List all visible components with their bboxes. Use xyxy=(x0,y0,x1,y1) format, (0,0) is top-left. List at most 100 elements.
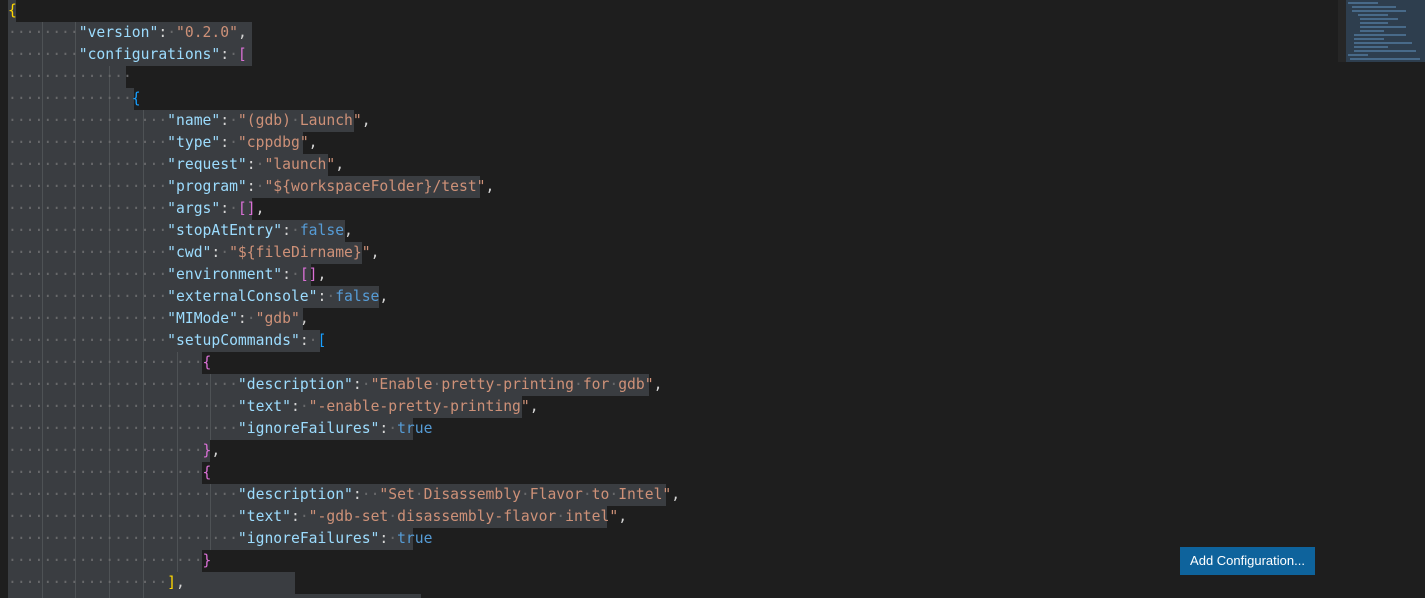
minimap-line xyxy=(1360,22,1388,24)
token-ws: · xyxy=(361,376,371,393)
token-ws: · xyxy=(520,486,530,503)
code-line[interactable]: ··················"args":·[], xyxy=(0,198,1330,220)
token-key: "version" xyxy=(78,24,159,41)
minimap-line xyxy=(1358,14,1388,16)
token-str: "Set xyxy=(379,486,415,503)
minimap-slider[interactable] xyxy=(1338,0,1425,62)
code-line[interactable]: ······················{ xyxy=(0,352,1330,374)
token-key: "type" xyxy=(167,134,221,151)
token-punc: : xyxy=(352,376,362,393)
token-ws: · xyxy=(229,134,238,151)
code-line[interactable]: ·············· xyxy=(0,66,1330,88)
code-line[interactable]: ··························"description":… xyxy=(0,484,1330,506)
code-line[interactable]: ········"version":·"0.2.0", xyxy=(0,22,1330,44)
token-key: "stopAtEntry" xyxy=(167,222,283,239)
code-line[interactable]: ······················} xyxy=(0,550,1330,572)
code-line[interactable]: ··························"text":·"-enab… xyxy=(0,396,1330,418)
code-line[interactable]: ······················{ xyxy=(0,462,1330,484)
code-line[interactable]: ··················"program":·"${workspac… xyxy=(0,176,1330,198)
token-kw: false xyxy=(299,222,345,239)
code-line-text: ·············· xyxy=(8,68,132,85)
code-line-text: ··················"args":·[], xyxy=(8,200,264,217)
token-punc: , xyxy=(335,156,345,173)
token-punc: , xyxy=(317,266,327,283)
token-key: "MIMode" xyxy=(167,310,238,327)
code-line-text: ··················"cwd":·"${fileDirname}… xyxy=(8,244,379,261)
token-key: "name" xyxy=(167,112,221,129)
token-ws: · xyxy=(290,266,300,283)
minimap-line xyxy=(1360,26,1406,28)
code-line[interactable]: ······················}, xyxy=(0,440,1330,462)
token-ws: ·················· xyxy=(8,112,168,129)
code-line[interactable]: ··················"MIMode":·"gdb", xyxy=(0,308,1330,330)
token-ws: · xyxy=(229,200,238,217)
code-line[interactable]: ··························"text":·"-gdb-… xyxy=(0,506,1330,528)
code-line[interactable]: { xyxy=(0,0,1330,22)
add-configuration-button[interactable]: Add Configuration... xyxy=(1180,547,1315,575)
code-line[interactable]: ··························"description":… xyxy=(0,374,1330,396)
token-br-y: ] xyxy=(167,574,177,591)
minimap-line xyxy=(1360,30,1384,32)
token-str: "gdb" xyxy=(255,310,300,327)
code-line[interactable]: ··················"type":·"cppdbg", xyxy=(0,132,1330,154)
code-line[interactable]: ··············{ xyxy=(0,88,1330,110)
token-ws: · xyxy=(609,376,619,393)
token-ws: · xyxy=(167,24,177,41)
code-line-text: ······················} xyxy=(8,552,211,569)
code-editor-content[interactable]: {········"version":·"0.2.0", ········"con… xyxy=(0,0,1330,598)
minimap-line xyxy=(1354,42,1412,44)
code-line[interactable]: ··················"name":·"(gdb)·Launch"… xyxy=(0,110,1330,132)
token-ws: · xyxy=(308,332,318,349)
code-line[interactable]: ··················"stopAtEntry":·false, xyxy=(0,220,1330,242)
code-line[interactable]: ··························"ignoreFailure… xyxy=(0,528,1330,550)
minimap-gutter xyxy=(1338,0,1346,62)
token-key: "environment" xyxy=(167,266,283,283)
token-key: "program" xyxy=(167,178,247,195)
minimap-line xyxy=(1348,54,1368,56)
token-punc: : xyxy=(246,178,256,195)
token-key: "description" xyxy=(237,376,353,393)
token-punc: : xyxy=(211,244,221,261)
code-line[interactable]: ········"configurations":·[ xyxy=(0,44,1330,66)
token-punc: : xyxy=(246,156,256,173)
token-br-p: [] xyxy=(237,200,256,217)
token-str: intel" xyxy=(565,508,619,525)
token-punc: , xyxy=(308,134,318,151)
code-line[interactable]: ··················"externalConsole":·fal… xyxy=(0,286,1330,308)
code-line[interactable]: ··························"ignoreFailure… xyxy=(0,418,1330,440)
token-punc: : xyxy=(352,486,362,503)
token-ws: ·· xyxy=(361,486,380,503)
token-key: "cwd" xyxy=(167,244,212,261)
token-punc: : xyxy=(379,530,389,547)
token-ws: ·················· xyxy=(8,178,168,195)
code-line[interactable]: ··················"setupCommands":·[ xyxy=(0,330,1330,352)
token-str: "0.2.0" xyxy=(176,24,238,41)
code-line[interactable]: ··················"request":·"launch", xyxy=(0,154,1330,176)
code-line[interactable]: ··················"environment":·[], xyxy=(0,264,1330,286)
token-ws: ·················· xyxy=(8,156,168,173)
code-line[interactable]: ··················], xyxy=(0,572,1330,594)
token-punc: , xyxy=(361,112,371,129)
minimap-line xyxy=(1348,2,1378,4)
code-line-text: ··························"description":… xyxy=(8,376,662,393)
token-ws: · xyxy=(609,486,619,503)
editor-root: {········"version":·"0.2.0", ········"con… xyxy=(0,0,1425,598)
code-line[interactable]: ·················· xyxy=(0,594,1330,598)
token-br-p: { xyxy=(202,354,212,371)
minimap[interactable] xyxy=(1330,0,1425,598)
token-key: "description" xyxy=(237,486,353,503)
token-punc: , xyxy=(344,222,353,239)
token-punc: : xyxy=(290,398,300,415)
token-punc: , xyxy=(211,442,221,459)
token-ws: ·························· xyxy=(8,530,238,547)
token-str: for xyxy=(582,376,610,393)
code-line-text: ··················], xyxy=(8,574,185,591)
code-line[interactable]: ··················"cwd":·"${fileDirname}… xyxy=(0,242,1330,264)
token-ws: · xyxy=(414,486,424,503)
token-ws: · xyxy=(556,508,566,525)
token-str: gdb" xyxy=(618,376,654,393)
token-br-b: { xyxy=(131,90,141,107)
token-ws: ······················ xyxy=(8,552,203,569)
code-line-text: ··················"MIMode":·"gdb", xyxy=(8,310,309,327)
token-ws: ·························· xyxy=(8,376,238,393)
